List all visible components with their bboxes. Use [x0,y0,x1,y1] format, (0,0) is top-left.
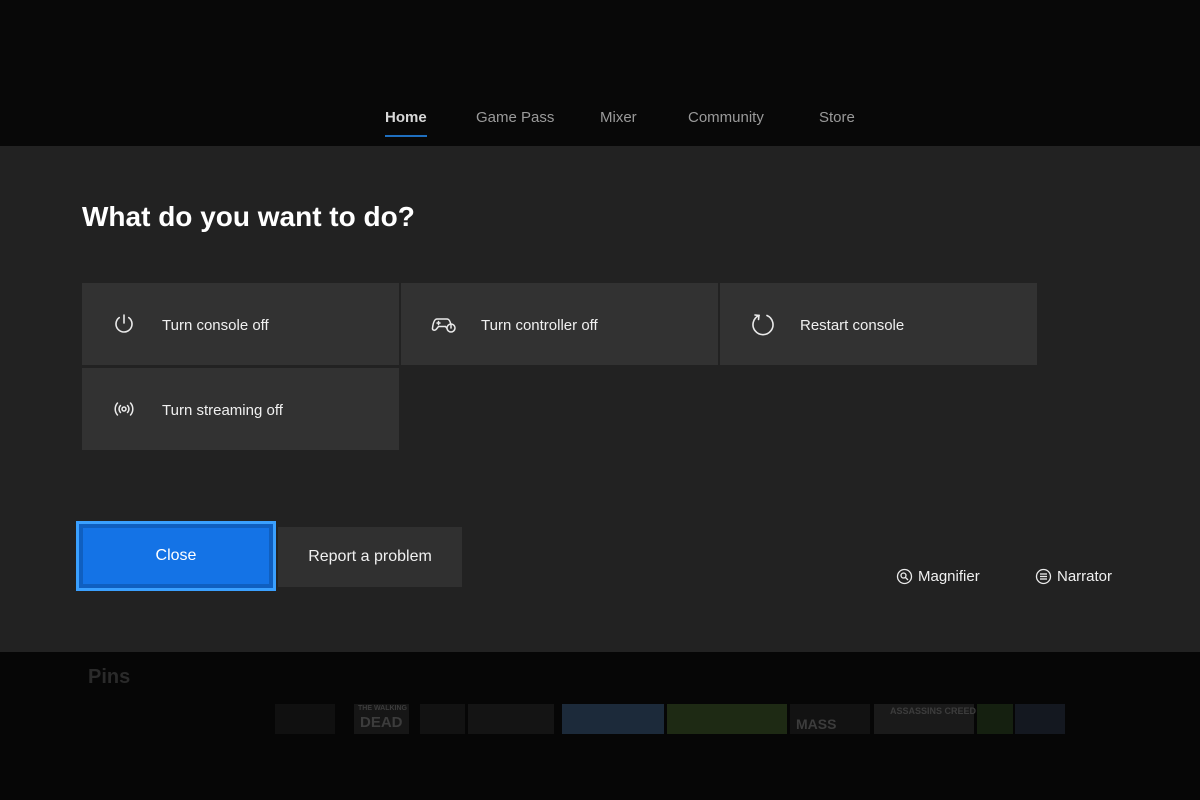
pin-tile: ASSASSINS CREED [874,704,977,734]
report-problem-button[interactable]: Report a problem [278,527,462,587]
pin-tile: MASS [790,704,870,734]
narrator-icon [1035,568,1052,585]
pin-tile [562,704,664,734]
magnifier-icon [896,568,913,585]
pin-tile [275,704,335,734]
pin-tile: THE WALKING DEAD [354,704,409,734]
tab-community[interactable]: Community [688,109,764,126]
pin-tile [1015,704,1065,734]
tile-text: MASS [796,716,837,732]
narrator-label: Narrator [1057,568,1113,585]
option-label: Turn streaming off [162,402,283,419]
controller-power-icon [431,312,456,336]
option-label: Turn console off [162,317,269,334]
tile-text: THE WALKING [358,705,407,712]
tab-game-pass[interactable]: Game Pass [476,109,554,126]
tab-store[interactable]: Store [819,109,855,126]
pin-tile [420,704,465,734]
tab-home[interactable]: Home [385,109,427,137]
tile-text: ASSASSINS CREED [890,706,977,716]
restart-console-button[interactable]: Restart console [720,283,1037,365]
turn-controller-off-button[interactable]: Turn controller off [401,283,718,365]
option-label: Turn controller off [481,317,598,334]
restart-icon [750,312,774,336]
tile-text: DEAD [360,714,403,731]
close-button[interactable]: Close [76,521,276,591]
turn-console-off-button[interactable]: Turn console off [82,283,399,365]
power-dialog: What do you want to do? Turn console off… [0,146,1200,652]
power-icon [112,312,136,336]
narrator-button[interactable]: Narrator [1035,568,1112,585]
turn-streaming-off-button[interactable]: Turn streaming off [82,368,399,450]
streaming-icon [112,397,136,421]
magnifier-button[interactable]: Magnifier [896,568,980,585]
magnifier-label: Magnifier [918,568,980,585]
option-label: Restart console [800,317,905,334]
tab-mixer[interactable]: Mixer [600,109,637,126]
pins-heading: Pins [88,666,131,688]
pin-tile [667,704,787,734]
pin-tile [977,704,1013,734]
top-navigation: Home Game Pass Mixer Community Store [0,0,1200,146]
dialog-title: What do you want to do? [82,201,415,232]
background-home-screen: Pins THE WALKING DEAD MASS ASSASSINS CRE… [0,652,1200,800]
pin-tile [468,704,554,734]
